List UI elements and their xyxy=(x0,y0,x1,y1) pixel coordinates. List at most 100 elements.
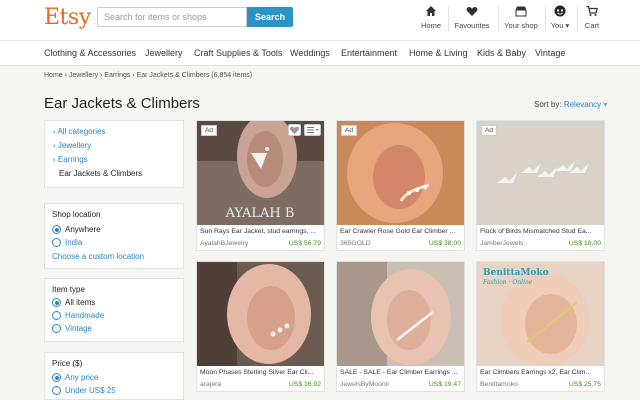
watermark-subtext: Fashion · Online xyxy=(482,279,533,286)
watermark-text: AYALAH B xyxy=(225,206,295,221)
item-type-heading: Item type xyxy=(52,285,85,294)
radio-india[interactable] xyxy=(52,238,61,247)
home-label: Home xyxy=(420,21,441,30)
divider xyxy=(498,6,499,32)
category-link[interactable]: Weddings xyxy=(290,48,330,58)
listing-card[interactable]: Ad Flock of Birds Mismatched Stud Ea... … xyxy=(476,120,605,251)
favorite-button[interactable] xyxy=(288,124,301,136)
divider xyxy=(545,6,546,32)
category-link-all[interactable]: ‹ All categories xyxy=(53,127,105,136)
option-label[interactable]: Any price xyxy=(65,373,98,382)
watermark-text: BenittaMoko xyxy=(483,268,549,278)
category-link-earrings[interactable]: ‹ Earrings xyxy=(53,155,88,164)
listing-shop[interactable]: Benittamoko xyxy=(480,381,518,388)
your-shop-label: Your shop xyxy=(504,21,538,30)
listing-title[interactable]: Ear Climbers Earrings x2, Ear Clim... xyxy=(480,369,602,376)
listing-card[interactable]: Moon Phases Sterling Silver Ear Cli... a… xyxy=(196,261,325,392)
listing-price: US$ 56.79 xyxy=(288,240,321,247)
home-icon xyxy=(426,6,436,16)
heart-icon xyxy=(290,126,299,135)
category-link-label: Earrings xyxy=(57,155,88,164)
radio-handmade[interactable] xyxy=(52,311,61,320)
you-nav[interactable]: You ▾ xyxy=(549,4,571,34)
listing-image: AYALAH B xyxy=(197,121,324,225)
your-shop-nav[interactable]: Your shop xyxy=(502,4,540,34)
option-label[interactable]: India xyxy=(65,238,82,247)
category-link-label: Jewellery xyxy=(57,141,92,150)
listing-title[interactable]: Ear Crawler Rose Gold Ear Climber ... xyxy=(340,228,462,235)
custom-location-link[interactable]: Choose a custom location xyxy=(52,252,144,261)
ad-badge: Ad xyxy=(341,125,357,136)
listing-card[interactable]: AYALAH B Ad Sun Rays Ear Jacket, stud ea… xyxy=(196,120,325,251)
cart-label: Cart xyxy=(584,21,600,30)
listing-card[interactable]: SALE - SALE - Ear Climber Earrings ... J… xyxy=(336,261,465,392)
listing-shop[interactable]: AyalahBJewelry xyxy=(200,240,248,247)
search-input[interactable]: Search for items or shops xyxy=(97,7,247,27)
cart-nav[interactable]: Cart xyxy=(581,4,603,34)
listing-title[interactable]: SALE - SALE - Ear Climber Earrings ... xyxy=(340,369,462,376)
radio-any-price[interactable] xyxy=(52,373,61,382)
listing-image xyxy=(337,262,464,366)
cart-icon xyxy=(586,5,598,16)
option-label[interactable]: Handmade xyxy=(65,311,104,320)
listing-price: US$ 38.00 xyxy=(428,240,461,247)
sort-dropdown[interactable]: Sort by: Relevancy ▾ xyxy=(534,100,607,109)
chevron-down-icon: ▾ xyxy=(563,21,570,30)
avatar-icon xyxy=(554,5,566,17)
listing-price: US$ 16.92 xyxy=(288,381,321,388)
option-label[interactable]: Under US$ 25 xyxy=(65,386,116,395)
listing-shop[interactable]: JewelsByMoonli xyxy=(340,381,389,388)
listing-title[interactable]: Flock of Birds Mismatched Stud Ea... xyxy=(480,228,602,235)
sort-value: Relevancy xyxy=(563,100,602,109)
listing-image xyxy=(197,262,324,366)
category-link[interactable]: Jewellery xyxy=(145,48,183,58)
heart-icon xyxy=(466,7,478,16)
divider xyxy=(577,6,578,32)
radio-anywhere[interactable] xyxy=(52,225,61,234)
breadcrumb[interactable]: Home › Jewellery › Earrings › Ear Jacket… xyxy=(44,72,252,79)
sort-label: Sort by: xyxy=(534,100,562,109)
listing-price: US$ 25.75 xyxy=(568,381,601,388)
list-menu-button[interactable] xyxy=(304,124,321,136)
home-nav[interactable]: Home xyxy=(418,4,444,34)
listing-title[interactable]: Moon Phases Sterling Silver Ear Cli... xyxy=(200,369,322,376)
category-link[interactable]: Clothing & Accessories xyxy=(44,48,136,58)
category-nav: Clothing & Accessories Jewellery Craft S… xyxy=(0,40,640,66)
etsy-logo[interactable]: Etsy xyxy=(44,5,91,30)
ad-badge: Ad xyxy=(481,125,497,136)
search-button[interactable]: Search xyxy=(247,7,293,27)
chevron-down-icon: ▾ xyxy=(601,100,608,109)
listing-card[interactable]: BenittaMoko Fashion · Online Ear Climber… xyxy=(476,261,605,392)
listing-image xyxy=(477,121,604,225)
you-label: You xyxy=(550,21,564,30)
listing-price: US$ 18.00 xyxy=(568,240,601,247)
category-link[interactable]: Craft Supplies & Tools xyxy=(194,48,282,58)
price-heading: Price ($) xyxy=(52,359,83,368)
current-category: Ear Jackets & Climbers xyxy=(59,169,143,178)
listing-shop[interactable]: arajera xyxy=(200,381,221,388)
listing-shop[interactable]: 365GOLD xyxy=(340,240,371,247)
category-link-label: All categories xyxy=(57,127,106,136)
shop-location-heading: Shop location xyxy=(52,210,101,219)
listing-price: US$ 19.47 xyxy=(428,381,461,388)
radio-all-items[interactable] xyxy=(52,298,61,307)
listing-image: BenittaMoko Fashion · Online xyxy=(477,262,604,366)
category-link[interactable]: Home & Living xyxy=(409,48,468,58)
listing-shop[interactable]: JamberJewels xyxy=(480,240,523,247)
listing-image xyxy=(337,121,464,225)
divider xyxy=(448,6,449,32)
listing-card[interactable]: Ad Ear Crawler Rose Gold Ear Climber ...… xyxy=(336,120,465,251)
radio-vintage[interactable] xyxy=(52,324,61,333)
category-link-jewellery[interactable]: ‹ Jewellery xyxy=(53,141,91,150)
category-link[interactable]: Entertainment xyxy=(341,48,397,58)
page-title: Ear Jackets & Climbers xyxy=(44,95,200,112)
option-label[interactable]: Vintage xyxy=(65,324,92,333)
favourites-label: Favourites xyxy=(454,21,490,30)
listing-title[interactable]: Sun Rays Ear Jacket, stud earrings, ... xyxy=(200,228,322,235)
favourites-nav[interactable]: Favourites xyxy=(452,4,492,34)
option-label: Anywhere xyxy=(65,225,101,234)
shop-icon xyxy=(515,6,527,17)
radio-under-25[interactable] xyxy=(52,386,61,395)
category-link[interactable]: Vintage xyxy=(535,48,565,58)
category-link[interactable]: Kids & Baby xyxy=(477,48,526,58)
